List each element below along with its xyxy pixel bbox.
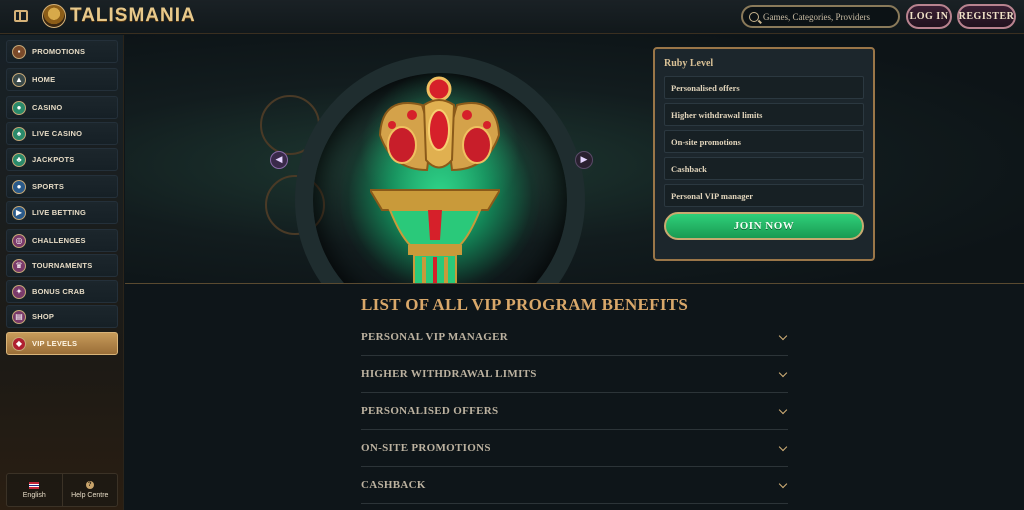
perk-row: Personalised offers xyxy=(664,76,864,99)
trophy-icon: ♛ xyxy=(12,258,26,273)
accordion-label: PERSONALISED OFFERS xyxy=(361,405,499,417)
perk-row: Higher withdrawal limits xyxy=(664,103,864,126)
accordion-label: ON-SITE PROMOTIONS xyxy=(361,442,491,454)
sidebar-item-label: CASINO xyxy=(32,103,63,112)
sidebar-item-shop[interactable]: ▤ SHOP xyxy=(6,305,118,328)
spade-icon: ♠ xyxy=(12,126,26,141)
vip-level-title: Ruby Level xyxy=(664,58,714,69)
accordion-label: PERSONAL VIP MANAGER xyxy=(361,331,508,343)
scarab-logo-icon xyxy=(42,4,66,28)
ruby-scarab-icon xyxy=(378,76,501,172)
sidebar-item-label: SHOP xyxy=(32,312,55,321)
sidebar-item-label: JACKPOTS xyxy=(32,155,75,164)
top-header: TALISMANIA LOG IN REGISTER xyxy=(0,0,1024,34)
sidebar-item-vip-levels[interactable]: ◆ VIP LEVELS xyxy=(6,332,118,355)
chevron-down-icon xyxy=(778,368,788,377)
vip-level-card: Ruby Level Personalised offers Higher wi… xyxy=(653,47,875,261)
chevron-down-icon xyxy=(778,331,788,340)
sidebar-item-promotions[interactable]: ▪ PROMOTIONS xyxy=(6,40,118,63)
home-icon: ▲ xyxy=(12,72,26,87)
accordion-label: CASHBACK xyxy=(361,479,426,491)
sidebar-item-sports[interactable]: ● SPORTS xyxy=(6,175,118,198)
target-icon: ◎ xyxy=(12,233,26,248)
ball-icon: ● xyxy=(12,179,26,194)
sidebar-item-live-betting[interactable]: ▶ LIVE BETTING xyxy=(6,201,118,224)
search-input[interactable] xyxy=(763,11,893,22)
gem-icon: ◆ xyxy=(12,336,26,351)
sidebar-item-jackpots[interactable]: ♣ JACKPOTS xyxy=(6,148,118,171)
crab-icon: ✦ xyxy=(12,284,26,299)
menu-toggle-icon[interactable] xyxy=(14,10,28,22)
sidebar-item-challenges[interactable]: ◎ CHALLENGES xyxy=(6,229,118,252)
benefits-section: LIST OF ALL VIP PROGRAM BENEFITS PERSONA… xyxy=(361,295,788,504)
brand-name: TALISMANIA xyxy=(70,5,196,26)
carousel-prev-button[interactable]: ◀ xyxy=(270,151,288,169)
help-icon: ? xyxy=(85,481,94,489)
sidebar-item-label: PROMOTIONS xyxy=(32,47,86,56)
perk-row: Personal VIP manager xyxy=(664,184,864,207)
search-box[interactable] xyxy=(741,5,900,28)
help-centre-button[interactable]: ? Help Centre xyxy=(61,474,118,506)
chevron-down-icon xyxy=(778,442,788,451)
sidebar-item-home[interactable]: ▲ HOME xyxy=(6,68,118,91)
language-label: English xyxy=(22,491,46,499)
accordion-item[interactable]: HIGHER WITHDRAWAL LIMITS xyxy=(361,356,788,393)
accordion-item[interactable]: PERSONALISED OFFERS xyxy=(361,393,788,430)
brand-logo[interactable]: TALISMANIA xyxy=(42,4,196,28)
clover-icon: ♣ xyxy=(12,152,26,167)
benefits-title: LIST OF ALL VIP PROGRAM BENEFITS xyxy=(361,295,689,314)
accordion-item[interactable]: PERSONAL VIP MANAGER xyxy=(361,319,788,356)
sidebar-item-label: BONUS CRAB xyxy=(32,287,85,296)
help-label: Help Centre xyxy=(71,492,109,499)
perk-row: Cashback xyxy=(664,157,864,180)
sidebar-item-tournaments[interactable]: ♛ TOURNAMENTS xyxy=(6,254,118,277)
gift-icon: ▪ xyxy=(12,44,26,59)
sidebar-item-label: CHALLENGES xyxy=(32,236,86,245)
sidebar-item-bonus-crab[interactable]: ✦ BONUS CRAB xyxy=(6,280,118,303)
sidebar-nav: ▪ PROMOTIONS ▲ HOME ● CASINO ♠ LIVE CASI… xyxy=(0,35,124,510)
register-button[interactable]: REGISTER xyxy=(957,4,1016,29)
vip-hero-banner: ◀ ▶ xyxy=(125,35,1024,284)
language-selector[interactable]: English xyxy=(7,474,62,506)
search-icon xyxy=(749,11,759,22)
accordion-label: HIGHER WITHDRAWAL LIMITS xyxy=(361,368,537,380)
perk-row: On-site promotions xyxy=(664,130,864,153)
sidebar-item-label: VIP LEVELS xyxy=(32,339,78,348)
uk-flag-icon xyxy=(29,481,40,489)
chevron-down-icon xyxy=(778,479,788,488)
sidebar-footer: English ? Help Centre xyxy=(6,473,118,507)
emerald-pillar-icon xyxy=(370,189,500,283)
sidebar-item-label: HOME xyxy=(32,75,56,84)
accordion-item[interactable]: CASHBACK xyxy=(361,467,788,504)
sidebar-item-label: TOURNAMENTS xyxy=(32,261,93,270)
shop-icon: ▤ xyxy=(12,309,26,324)
slot-icon: ● xyxy=(12,100,26,115)
sidebar-item-label: LIVE BETTING xyxy=(32,208,87,217)
accordion-item[interactable]: ON-SITE PROMOTIONS xyxy=(361,430,788,467)
chevron-down-icon xyxy=(778,405,788,414)
join-now-button[interactable]: JOIN NOW xyxy=(664,212,864,240)
sidebar-item-label: LIVE CASINO xyxy=(32,129,83,138)
sidebar-item-label: SPORTS xyxy=(32,182,65,191)
login-button[interactable]: LOG IN xyxy=(906,4,952,29)
carousel-next-button[interactable]: ▶ xyxy=(575,151,593,169)
tv-icon: ▶ xyxy=(12,205,26,220)
sidebar-item-live-casino[interactable]: ♠ LIVE CASINO xyxy=(6,122,118,145)
sidebar-item-casino[interactable]: ● CASINO xyxy=(6,96,118,119)
